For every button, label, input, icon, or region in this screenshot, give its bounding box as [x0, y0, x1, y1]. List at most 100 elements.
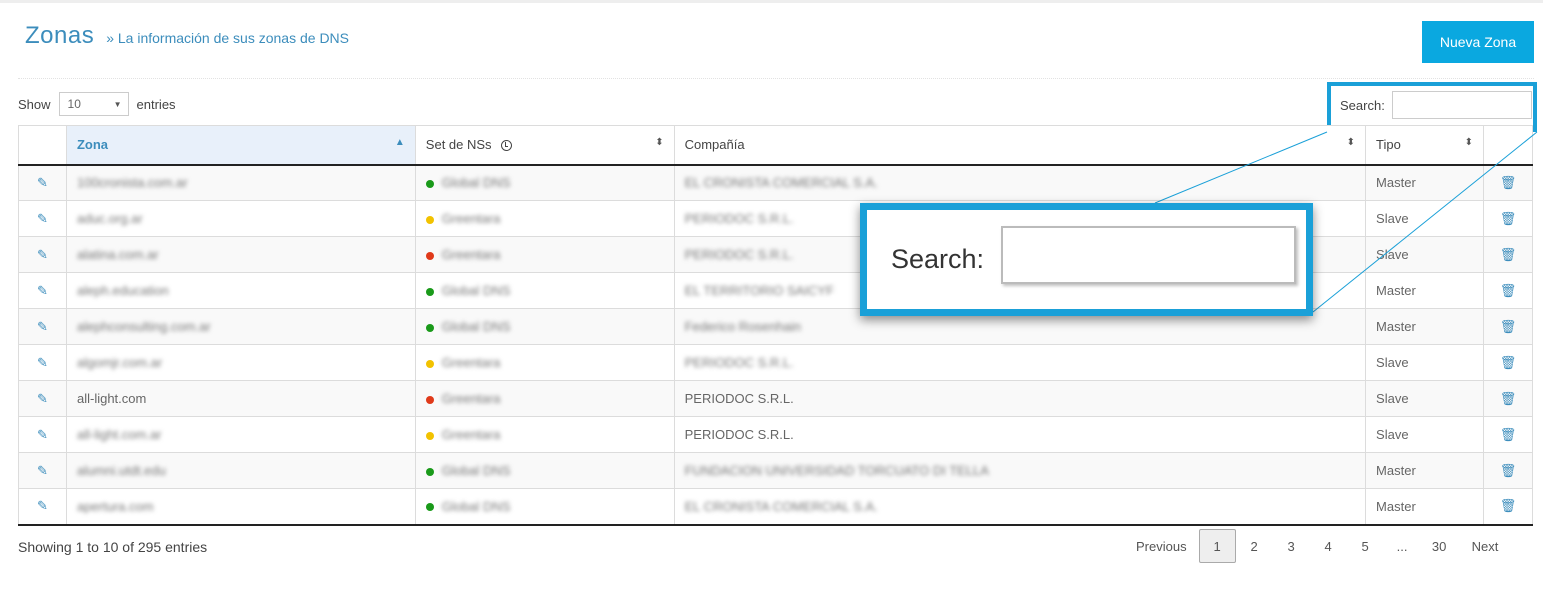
trash-icon[interactable]: 🗑 — [1482, 488, 1534, 526]
entries-select-value: 10 — [67, 97, 81, 111]
ns-value: Global DNS — [441, 463, 511, 478]
pagination-page[interactable]: 1 — [1198, 529, 1236, 563]
tipo-cell: Slave — [1365, 380, 1484, 417]
pagination-page[interactable]: 2 — [1236, 529, 1273, 563]
zona-cell[interactable]: aleph.education — [65, 272, 416, 309]
compania-value: EL TERRITORIO SAICYF — [684, 283, 834, 298]
zona-cell[interactable]: alatina.com.ar — [65, 236, 416, 273]
compania-value: PERIODOC S.R.L. — [684, 247, 794, 262]
table-row: ✎ all-light.com Greentara PERIODOC S.R.L. Sl… — [18, 380, 1534, 417]
column-header-tipo[interactable]: Tipo ⬍ — [1365, 125, 1484, 166]
zona-cell[interactable]: 100cronista.com.ar — [65, 164, 416, 201]
tipo-cell: Master — [1365, 272, 1484, 309]
pagination-page[interactable]: 30 — [1421, 529, 1458, 563]
ns-cell: Greentara — [414, 236, 675, 273]
trash-icon[interactable]: 🗑 — [1482, 452, 1534, 489]
entries-length-control: Show 10 ▼ entries — [18, 92, 176, 116]
compania-cell: EL CRONISTA COMERCIAL S.A. — [673, 164, 1367, 201]
pagination-page[interactable]: 3 — [1273, 529, 1310, 563]
column-header-zona[interactable]: Zona ▲ — [65, 125, 416, 166]
status-dot — [425, 503, 434, 512]
column-header-label: Tipo — [1376, 137, 1401, 153]
chevron-down-icon: ▼ — [113, 99, 122, 109]
tipo-cell: Master — [1365, 308, 1484, 345]
length-prefix: Show — [18, 96, 51, 112]
ns-cell: Global DNS — [414, 452, 675, 489]
zona-value: alephconsulting.com.ar — [76, 319, 211, 334]
ns-value: Global DNS — [441, 283, 511, 298]
zona-cell[interactable]: apertura.com — [65, 488, 416, 526]
entries-select[interactable]: 10 ▼ — [58, 92, 129, 116]
zona-value: alatina.com.ar — [76, 247, 159, 262]
zoom-search-label: Search: — [891, 244, 985, 274]
top-border — [0, 0, 1543, 3]
edit-icon[interactable]: ✎ — [18, 416, 67, 453]
compania-value: EL CRONISTA COMERCIAL S.A. — [684, 498, 878, 514]
ns-cell: Greentara — [414, 200, 675, 237]
tipo-cell: Slave — [1365, 236, 1484, 273]
zones-table: Zona ▲ Set de NSs ⬍ Compañía ⬍ Tipo ⬍ ✎ 1… — [18, 125, 1534, 526]
column-header-label: Compañía — [684, 137, 745, 153]
pagination-next[interactable]: Next — [1466, 529, 1505, 563]
zona-value: aduc.org.ar — [76, 211, 143, 226]
column-header-label: Zona — [76, 137, 109, 153]
pagination-previous[interactable]: Previous — [1130, 529, 1193, 563]
status-dot — [425, 431, 434, 440]
ns-cell: Greentara — [414, 380, 675, 417]
status-dot — [425, 467, 434, 476]
zona-cell[interactable]: all-light.com.ar — [65, 416, 416, 453]
tipo-value: Slave — [1376, 247, 1409, 262]
compania-value: PERIODOC S.R.L. — [684, 355, 794, 370]
edit-icon[interactable]: ✎ — [18, 272, 67, 309]
zona-cell[interactable]: alephconsulting.com.ar — [65, 308, 416, 345]
trash-icon[interactable]: 🗑 — [1482, 380, 1534, 417]
ns-cell: Greentara — [414, 344, 675, 381]
trash-icon[interactable]: 🗑 — [1482, 308, 1534, 345]
edit-icon[interactable]: ✎ — [18, 488, 67, 526]
length-suffix: entries — [136, 96, 176, 112]
zona-cell[interactable]: aduc.org.ar — [65, 200, 416, 237]
ns-value: Global DNS — [441, 175, 511, 191]
edit-icon[interactable]: ✎ — [18, 164, 67, 201]
zoom-search-input — [1001, 226, 1296, 284]
edit-icon[interactable]: ✎ — [18, 380, 67, 417]
edit-icon[interactable]: ✎ — [18, 200, 67, 237]
edit-icon[interactable]: ✎ — [18, 452, 67, 489]
ns-cell: Global DNS — [414, 164, 675, 201]
ns-value: Greentara — [441, 427, 501, 442]
zona-cell[interactable]: algomjr.com.ar — [65, 344, 416, 381]
tipo-cell: Slave — [1365, 344, 1484, 381]
pagination-page[interactable]: 5 — [1347, 529, 1384, 563]
trash-icon[interactable]: 🗑 — [1482, 344, 1534, 381]
ns-value: Greentara — [441, 247, 501, 262]
trash-icon[interactable]: 🗑 — [1482, 236, 1534, 273]
new-zone-button[interactable]: Nueva Zona — [1422, 21, 1534, 63]
trash-icon[interactable]: 🗑 — [1482, 272, 1534, 309]
edit-icon[interactable]: ✎ — [18, 236, 67, 273]
status-dot — [425, 395, 434, 404]
column-header-ns[interactable]: Set de NSs ⬍ — [414, 125, 675, 166]
edit-icon[interactable]: ✎ — [18, 308, 67, 345]
ns-value: Greentara — [441, 211, 501, 226]
trash-icon[interactable]: 🗑 — [1482, 164, 1534, 201]
tipo-value: Master — [1376, 463, 1416, 478]
zoom-underline — [867, 310, 1313, 312]
pagination: Previous 1 2 3 4 5... 30 Next — [1130, 529, 1504, 563]
table-header-row: Zona ▲ Set de NSs ⬍ Compañía ⬍ Tipo ⬍ — [18, 125, 1534, 166]
compania-cell: EL CRONISTA COMERCIAL S.A. — [673, 488, 1367, 526]
pagination-page[interactable]: 4 — [1310, 529, 1347, 563]
zona-cell[interactable]: all-light.com — [65, 380, 416, 417]
compania-value: PERIODOC S.R.L. — [684, 211, 794, 226]
tipo-value: Slave — [1376, 211, 1409, 226]
trash-icon[interactable]: 🗑 — [1482, 416, 1534, 453]
zona-value: algomjr.com.ar — [76, 355, 163, 370]
zona-cell[interactable]: alumni.utdt.edu — [65, 452, 416, 489]
sort-icon: ⬍ — [1464, 137, 1473, 149]
tipo-value: Slave — [1376, 355, 1409, 370]
column-header-compania[interactable]: Compañía ⬍ — [673, 125, 1367, 166]
column-header-label: Set de NSs — [425, 137, 492, 153]
tipo-value: Master — [1376, 498, 1416, 514]
table-row: ✎ 100cronista.com.ar Global DNS EL CRONISTA… — [18, 164, 1534, 201]
trash-icon[interactable]: 🗑 — [1482, 200, 1534, 237]
edit-icon[interactable]: ✎ — [18, 344, 67, 381]
